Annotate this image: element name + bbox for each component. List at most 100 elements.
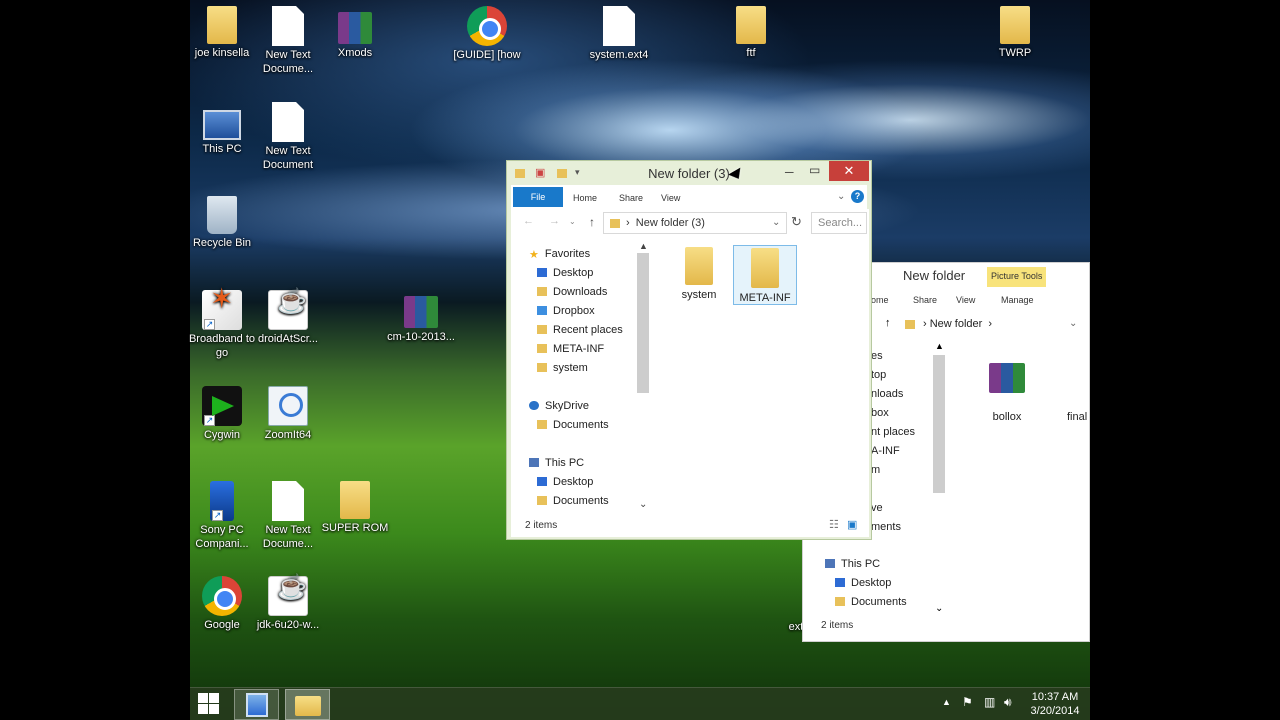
desktop-icon-super-rom[interactable]: SUPER ROM	[317, 481, 393, 535]
title-bar[interactable]: ▣ ▾ New folder (3) ─ ▭ ✕	[507, 161, 871, 185]
desktop-icon-guide[interactable]: [GUIDE] [how	[449, 6, 525, 62]
scroll-up-arrow-icon[interactable]: ▲	[935, 341, 944, 351]
clock[interactable]: 10:37 AM 3/20/2014	[1024, 690, 1086, 718]
taskbar-app-file-explorer[interactable]	[285, 689, 330, 720]
nav-scrollbar[interactable]	[637, 253, 649, 393]
address-bar[interactable]: › New folder (3) ⌄	[603, 212, 787, 234]
navigation-pane: ★ Favorites Desktop Downloads Dropbox Rec…	[529, 245, 623, 511]
scroll-down-arrow-icon[interactable]: ⌄	[935, 603, 943, 614]
desktop-icon-google[interactable]: Google	[184, 576, 260, 632]
start-button[interactable]	[198, 693, 220, 715]
chevron-down-icon[interactable]: ⌄	[1069, 318, 1077, 329]
refresh-icon[interactable]: ↻	[791, 214, 802, 230]
expand-ribbon-icon[interactable]: ⌄	[837, 191, 845, 202]
scroll-down-arrow-icon[interactable]: ⌄	[639, 499, 647, 510]
minimize-button[interactable]: ─	[785, 165, 794, 179]
breadcrumb[interactable]: › New folder ›	[923, 318, 992, 330]
nav-pc-desktop[interactable]: Desktop	[825, 574, 907, 593]
network-icon[interactable]: ▥	[984, 695, 995, 709]
file-icon	[1067, 351, 1097, 411]
tab-manage[interactable]: Manage	[1001, 295, 1034, 305]
nav-favorites[interactable]: ★ Favorites	[529, 245, 623, 264]
details-view-icon[interactable]: ☷	[829, 518, 839, 531]
volume-icon[interactable]: 🔊︎	[1004, 695, 1012, 710]
nav-desktop[interactable]: top	[871, 366, 915, 385]
nav-desktop[interactable]: Desktop	[529, 264, 623, 283]
nav-skydrive[interactable]: ve	[871, 499, 915, 518]
desktop-icon-joe-kinsella[interactable]: joe kinsella	[184, 6, 260, 60]
desktop-icon-new-text-doc-1[interactable]: New Text Docume...	[250, 6, 326, 76]
desktop-icon	[537, 477, 547, 486]
desktop-icon-sony-pc-companion[interactable]: ↗ Sony PC Compani...	[184, 481, 260, 551]
back-arrow-icon[interactable]: ←	[523, 215, 534, 227]
nav-recent-places[interactable]: Recent places	[529, 321, 623, 340]
recent-locations-icon[interactable]: ⌄	[569, 217, 576, 226]
nav-recent-places[interactable]: nt places	[871, 423, 915, 442]
nav-documents[interactable]: ments	[871, 518, 915, 537]
nav-pc-documents[interactable]: Documents	[825, 593, 907, 612]
file-item-system[interactable]: system	[673, 247, 725, 303]
desktop-icon-broadband[interactable]: ↗ Broadband to go	[184, 290, 260, 360]
tab-file[interactable]: File	[513, 187, 563, 207]
picture-tools-tab[interactable]: Picture Tools	[987, 267, 1047, 287]
nav-downloads[interactable]: nloads	[871, 385, 915, 404]
nav-skydrive[interactable]: SkyDrive	[529, 397, 623, 416]
desktop-icon-droidatscreen[interactable]: droidAtScr...	[250, 290, 326, 346]
nav-favorites[interactable]: es	[871, 347, 915, 366]
action-center-icon[interactable]: ⚑	[962, 695, 973, 709]
desktop-icon-xmods[interactable]: Xmods	[317, 6, 393, 60]
taskbar-app-video[interactable]	[234, 689, 279, 720]
tab-home[interactable]: ome	[871, 295, 889, 305]
tab-view[interactable]: View	[956, 295, 975, 305]
nav-meta-inf[interactable]: A-INF	[871, 442, 915, 461]
help-icon[interactable]: ?	[851, 190, 864, 203]
nav-dropbox[interactable]: Dropbox	[529, 302, 623, 321]
chevron-down-icon[interactable]: ⌄	[772, 217, 780, 228]
chrome-shortcut-icon	[202, 576, 242, 616]
nav-dropbox[interactable]: box	[871, 404, 915, 423]
desktop-icon-new-text-doc-3[interactable]: New Text Docume...	[250, 481, 326, 551]
nav-this-pc[interactable]: This PC	[529, 454, 623, 473]
tab-share[interactable]: Share	[913, 295, 937, 305]
search-input[interactable]: Search...	[811, 212, 867, 234]
text-document-icon	[272, 6, 304, 46]
desktop-icon-cygwin[interactable]: ↗ Cygwin	[184, 386, 260, 442]
desktop-icon-cm-10[interactable]: cm-10-2013...	[383, 290, 459, 344]
desktop-icon-ftf[interactable]: ftf	[713, 6, 789, 60]
desktop-icon-recycle-bin[interactable]: Recycle Bin	[184, 196, 260, 250]
show-hidden-icons-icon[interactable]: ▲	[942, 697, 951, 707]
nav-scrollbar[interactable]	[933, 355, 945, 493]
desktop-icon-twrp[interactable]: TWRP	[977, 6, 1053, 60]
desktop-icon-this-pc[interactable]: This PC	[184, 104, 260, 156]
tab-share[interactable]: Share	[619, 193, 643, 203]
large-icons-view-icon[interactable]: ▣	[847, 518, 857, 531]
tab-view[interactable]: View	[661, 193, 680, 203]
file-item-bollox[interactable]: bollox	[967, 351, 1047, 423]
nav-downloads[interactable]: Downloads	[529, 283, 623, 302]
file-item-final[interactable]: final	[1067, 351, 1097, 423]
desktop-icon-zoomit64[interactable]: ZoomIt64	[250, 386, 326, 442]
close-button[interactable]: ✕	[829, 161, 869, 181]
tab-home[interactable]: Home	[573, 193, 597, 203]
chrome-shortcut-icon	[467, 6, 507, 46]
nav-pc-documents[interactable]: Documents	[529, 492, 623, 511]
scroll-up-arrow-icon[interactable]: ▲	[639, 241, 648, 251]
taskbar: ▲ ⚑ ▥ 🔊︎ 10:37 AM 3/20/2014	[190, 687, 1090, 720]
up-arrow-icon[interactable]: ↑	[589, 215, 595, 229]
nav-pc-desktop[interactable]: Desktop	[529, 473, 623, 492]
nav-system[interactable]: system	[529, 359, 623, 378]
nav-this-pc[interactable]: This PC	[825, 555, 907, 574]
nav-skydrive-documents[interactable]: Documents	[529, 416, 623, 435]
nav-meta-inf[interactable]: META-INF	[529, 340, 623, 359]
desktop-icon-new-text-doc-2[interactable]: New Text Document	[250, 102, 326, 172]
text-document-icon	[272, 102, 304, 142]
explorer-window-new-folder-3[interactable]: ▣ ▾ New folder (3) ─ ▭ ✕ File Home Share…	[506, 160, 872, 540]
desktop-icon-system-ext4[interactable]: system.ext4	[581, 6, 657, 62]
desktop-icon-jdk[interactable]: jdk-6u20-w...	[250, 576, 326, 632]
file-item-meta-inf[interactable]: META-INF	[733, 245, 797, 305]
ribbon-tabs: File Home Share View ⌄ ?	[511, 185, 867, 209]
forward-arrow-icon[interactable]: →	[549, 215, 560, 227]
up-arrow-icon[interactable]: ↑	[885, 317, 891, 329]
nav-system[interactable]: m	[871, 461, 915, 480]
maximize-button[interactable]: ▭	[809, 163, 820, 177]
